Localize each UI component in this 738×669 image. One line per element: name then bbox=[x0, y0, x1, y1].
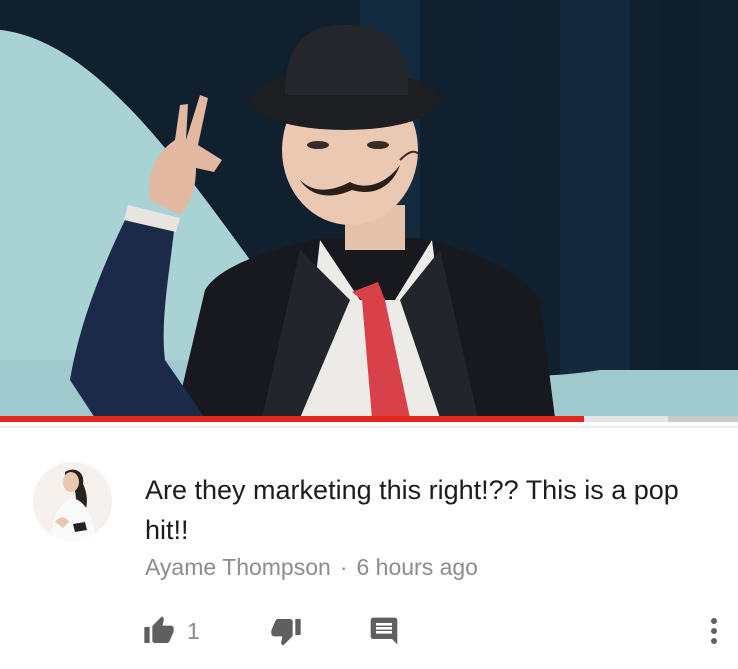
more-options-button[interactable] bbox=[702, 614, 726, 648]
like-count: 1 bbox=[187, 618, 200, 644]
comment-author[interactable]: Ayame Thompson bbox=[145, 554, 331, 580]
avatar[interactable] bbox=[33, 462, 112, 541]
video-progress-bar[interactable] bbox=[0, 416, 738, 422]
thumbs-down-icon bbox=[271, 619, 301, 646]
video-played-bar bbox=[0, 416, 584, 422]
thumbs-up-icon bbox=[144, 616, 174, 643]
video-frame bbox=[0, 0, 738, 418]
comment-text: Are they marketing this right!?? This is… bbox=[145, 475, 679, 545]
comment-actions: 1 bbox=[0, 606, 738, 656]
user-avatar-icon bbox=[33, 462, 112, 541]
video-player[interactable] bbox=[0, 0, 738, 418]
meta-separator: · bbox=[339, 554, 348, 580]
reply-button[interactable] bbox=[368, 614, 400, 648]
comment-meta: Ayame Thompson · 6 hours ago bbox=[145, 552, 478, 582]
comment-time: 6 hours ago bbox=[356, 554, 478, 580]
like-button[interactable] bbox=[143, 614, 175, 648]
reply-comment-icon bbox=[370, 617, 398, 645]
dislike-button[interactable] bbox=[270, 614, 302, 648]
more-vert-icon bbox=[711, 618, 717, 644]
divider bbox=[0, 426, 738, 428]
